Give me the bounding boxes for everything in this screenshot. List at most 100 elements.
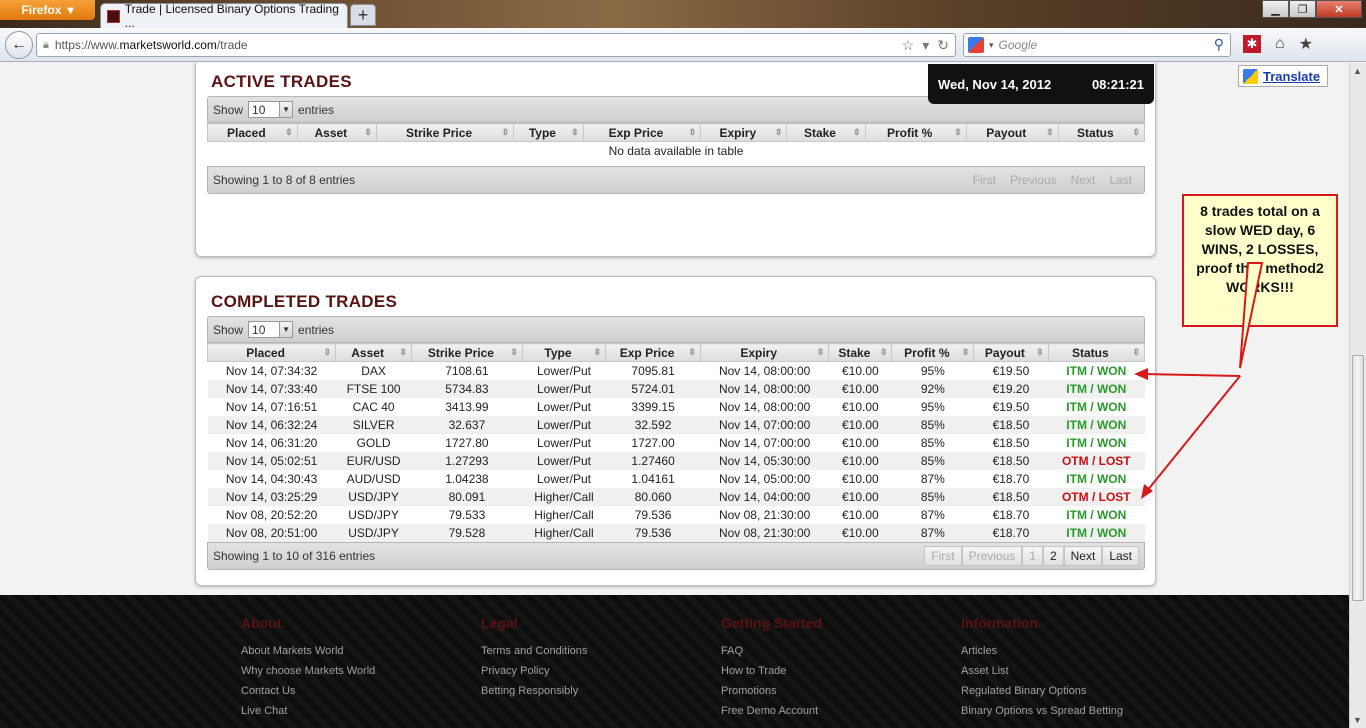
table-cell: 1.27460 bbox=[605, 451, 701, 470]
footer-heading: Getting Started bbox=[721, 615, 823, 631]
search-input[interactable]: ▾ Google ⚲ bbox=[963, 33, 1231, 57]
column-header[interactable]: Asset ⇳ bbox=[335, 343, 412, 362]
table-cell: 3399.15 bbox=[631, 399, 675, 414]
back-button[interactable]: ← bbox=[5, 31, 33, 59]
scroll-up-icon[interactable]: ▲ bbox=[1353, 66, 1362, 76]
search-icon[interactable]: ⚲ bbox=[1214, 36, 1224, 53]
scroll-down-icon[interactable]: ▼ bbox=[1353, 715, 1362, 725]
column-header[interactable]: Stake ⇳ bbox=[828, 343, 893, 362]
column-header[interactable]: Expiry ⇳ bbox=[700, 123, 788, 142]
table-cell: €18.70 bbox=[973, 523, 1049, 542]
bookmarks-icon[interactable]: ★ bbox=[1299, 34, 1313, 54]
column-header-label: Profit % bbox=[904, 345, 950, 360]
close-window-button[interactable]: ✕ bbox=[1316, 0, 1362, 18]
table-cell: 87% bbox=[920, 471, 945, 486]
pagination-button[interactable]: Next bbox=[1064, 170, 1103, 190]
column-header-label: Type bbox=[544, 345, 572, 360]
window-titlebar: Firefox ▾ Trade | Licensed Binary Options… bbox=[0, 0, 1366, 30]
column-header[interactable]: Payout ⇳ bbox=[965, 123, 1059, 142]
footer-link[interactable]: Terms and Conditions bbox=[481, 645, 587, 657]
sort-icon: ⇳ bbox=[399, 347, 407, 357]
column-header[interactable]: Placed ⇳ bbox=[206, 343, 337, 362]
completed-table-footer: Showing 1 to 10 of 316 entries First Prev… bbox=[207, 541, 1145, 570]
footer-link[interactable]: Asset List bbox=[961, 665, 1123, 677]
column-header[interactable]: Profit % ⇳ bbox=[891, 343, 975, 362]
url-bar[interactable]: 🔒︎ https://www.marketsworld.com/trade ☆ … bbox=[36, 33, 956, 57]
new-tab-button[interactable]: + bbox=[350, 4, 376, 26]
google-translate-icon bbox=[1243, 68, 1258, 84]
sort-icon: ⇳ bbox=[961, 347, 970, 357]
column-header[interactable]: Profit % ⇳ bbox=[864, 123, 967, 142]
table-cell: €19.50 bbox=[992, 399, 1030, 414]
footer-link[interactable]: About Markets World bbox=[241, 645, 375, 657]
column-header[interactable]: Strike Price ⇳ bbox=[375, 123, 515, 142]
table-cell: Lower/Put bbox=[536, 471, 591, 486]
column-header[interactable]: Exp Price ⇳ bbox=[582, 123, 702, 142]
table-cell: €19.50 bbox=[992, 363, 1030, 378]
footer-link[interactable]: Free Demo Account bbox=[721, 705, 822, 717]
column-header[interactable]: Type ⇳ bbox=[521, 343, 607, 362]
table-cell: ITM / WON bbox=[1066, 363, 1127, 378]
pagination-button[interactable]: Last bbox=[1102, 170, 1139, 190]
active-page-size-select[interactable]: 10 ▼ bbox=[248, 101, 294, 118]
vertical-scrollbar[interactable]: ▲ ▼ bbox=[1349, 63, 1366, 728]
footer-link[interactable]: How to Trade bbox=[721, 665, 822, 677]
table-row: Nov 14, 07:16:51 CAC 40 3413.99 Lower/Put 33… bbox=[208, 398, 1145, 416]
reload-icon[interactable]: ↻ bbox=[937, 37, 949, 54]
pagination-button[interactable]: 2 bbox=[1042, 545, 1064, 566]
pagination-button[interactable]: First bbox=[924, 545, 962, 566]
table-cell: 7108.61 bbox=[445, 363, 489, 378]
column-header[interactable]: Payout ⇳ bbox=[973, 343, 1049, 362]
column-header[interactable]: Status ⇳ bbox=[1057, 123, 1146, 142]
column-header[interactable]: Exp Price ⇳ bbox=[605, 343, 702, 362]
bookmark-star-icon[interactable]: ☆ bbox=[902, 37, 915, 54]
footer-link[interactable]: Contact Us bbox=[241, 685, 375, 697]
history-dropdown-icon[interactable]: ▾ bbox=[922, 37, 929, 54]
table-cell: ITM / WON bbox=[1066, 399, 1127, 414]
table-cell: €18.70 bbox=[992, 471, 1030, 486]
footer-link[interactable]: Binary Options vs Spread Betting bbox=[961, 705, 1123, 717]
table-cell: Nov 08, 20:51:00 bbox=[207, 523, 336, 542]
pagination-button[interactable]: Previous bbox=[961, 545, 1023, 566]
footer-link[interactable]: Live Chat bbox=[241, 705, 375, 717]
translate-link[interactable]: Translate bbox=[1263, 69, 1320, 84]
pagination-button[interactable]: Previous bbox=[1003, 170, 1064, 190]
pagination-button[interactable]: 1 bbox=[1022, 545, 1043, 566]
arrow-to-won-icon bbox=[1141, 373, 1241, 377]
table-cell: 1.27293 bbox=[411, 451, 523, 470]
maximize-button[interactable]: ❐ bbox=[1289, 0, 1316, 18]
column-header-label: Exp Price bbox=[619, 345, 675, 360]
table-cell: Nov 08, 21:30:00 bbox=[718, 507, 811, 522]
pagination-button[interactable]: Last bbox=[1102, 545, 1139, 566]
column-header[interactable]: Stake ⇳ bbox=[786, 123, 866, 142]
search-engine-chevron-icon[interactable]: ▾ bbox=[989, 40, 994, 51]
footer-link[interactable]: Privacy Policy bbox=[481, 665, 587, 677]
footer-link[interactable]: Why choose Markets World bbox=[241, 665, 375, 677]
lock-icon: 🔒︎ bbox=[43, 38, 49, 51]
column-header[interactable]: Strike Price ⇳ bbox=[410, 343, 523, 362]
table-cell: €18.50 bbox=[973, 451, 1049, 470]
column-header[interactable]: Expiry ⇳ bbox=[700, 343, 830, 362]
pagination-button[interactable]: First bbox=[966, 170, 1003, 190]
addon-icon[interactable]: ✱ bbox=[1243, 35, 1261, 53]
footer-link[interactable]: FAQ bbox=[721, 645, 822, 657]
translate-widget[interactable]: Translate bbox=[1238, 65, 1328, 87]
browser-tab[interactable]: Trade | Licensed Binary Options Trading … bbox=[100, 2, 348, 30]
column-header[interactable]: Asset ⇳ bbox=[296, 123, 377, 142]
table-cell: 80.091 bbox=[411, 487, 523, 506]
completed-page-size-select[interactable]: 10 ▼ bbox=[248, 321, 294, 338]
pagination-button[interactable]: Next bbox=[1063, 545, 1103, 566]
home-icon[interactable]: ⌂ bbox=[1275, 35, 1285, 53]
footer-link[interactable]: Betting Responsibly bbox=[481, 685, 587, 697]
column-header[interactable]: Status ⇳ bbox=[1047, 343, 1146, 362]
table-cell: 7095.81 bbox=[631, 363, 675, 378]
minimize-button[interactable]: ▁ bbox=[1262, 0, 1289, 18]
footer-link[interactable]: Promotions bbox=[721, 685, 822, 697]
firefox-menu-button[interactable]: Firefox ▾ bbox=[0, 0, 95, 20]
footer-link[interactable]: Articles bbox=[961, 645, 1123, 657]
scrollbar-thumb[interactable] bbox=[1352, 355, 1364, 601]
footer-link[interactable]: Regulated Binary Options bbox=[961, 685, 1123, 697]
column-header[interactable]: Placed ⇳ bbox=[207, 123, 298, 142]
table-cell: 5734.83 bbox=[411, 379, 523, 398]
column-header[interactable]: Type ⇳ bbox=[513, 123, 584, 142]
